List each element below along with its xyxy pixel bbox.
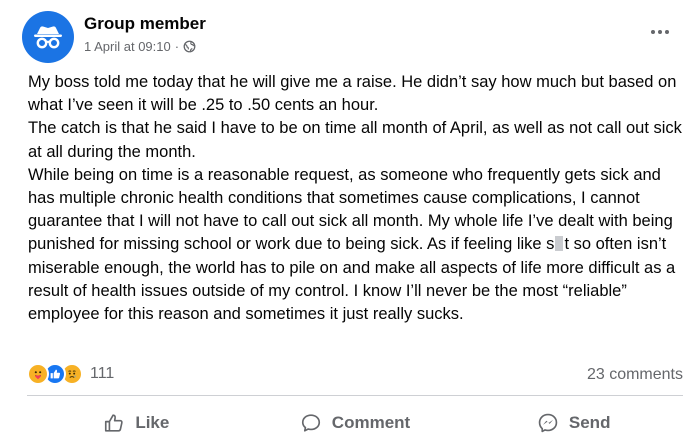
comments-count-link[interactable]: 23 comments (587, 366, 683, 384)
more-dot-icon (665, 30, 669, 34)
post-paragraph: The catch is that he said I have to be o… (28, 119, 682, 161)
post-timestamp[interactable]: 1 April at 09:10 (84, 39, 171, 54)
post-card: Group member 1 April at 09:10 · My boss … (0, 0, 700, 447)
incognito-icon (34, 26, 62, 49)
comment-bubble-icon (301, 414, 320, 432)
reaction-count: 111 (90, 365, 115, 382)
post-meta: 1 April at 09:10 · (84, 39, 196, 54)
post-paragraph: While being on time is a reasonable requ… (28, 164, 684, 326)
thumbs-up-icon (105, 414, 124, 432)
post-body: My boss told me today that he will give … (28, 71, 684, 326)
more-options-button[interactable] (648, 22, 672, 42)
comment-button[interactable]: Comment (246, 400, 465, 446)
anonymous-member-avatar[interactable] (22, 11, 74, 63)
like-button-label: Like (135, 413, 170, 432)
actions-divider (27, 395, 683, 396)
globe-icon (183, 40, 196, 53)
send-button-label: Send (568, 413, 611, 432)
meta-separator: · (174, 39, 180, 54)
messenger-icon (538, 413, 558, 433)
post-actions-bar: Like Comment Send (27, 400, 683, 446)
more-dot-icon (658, 30, 662, 34)
post-paragraph: My boss told me today that he will give … (28, 73, 677, 115)
send-button[interactable]: Send (464, 400, 683, 446)
care-reaction-icon (27, 363, 49, 385)
post-author[interactable]: Group member (84, 14, 206, 34)
more-dot-icon (651, 30, 655, 34)
reactions-summary[interactable]: 111 (27, 363, 114, 385)
censored-blur (555, 236, 564, 252)
like-button[interactable]: Like (27, 400, 246, 446)
comment-button-label: Comment (331, 413, 411, 432)
